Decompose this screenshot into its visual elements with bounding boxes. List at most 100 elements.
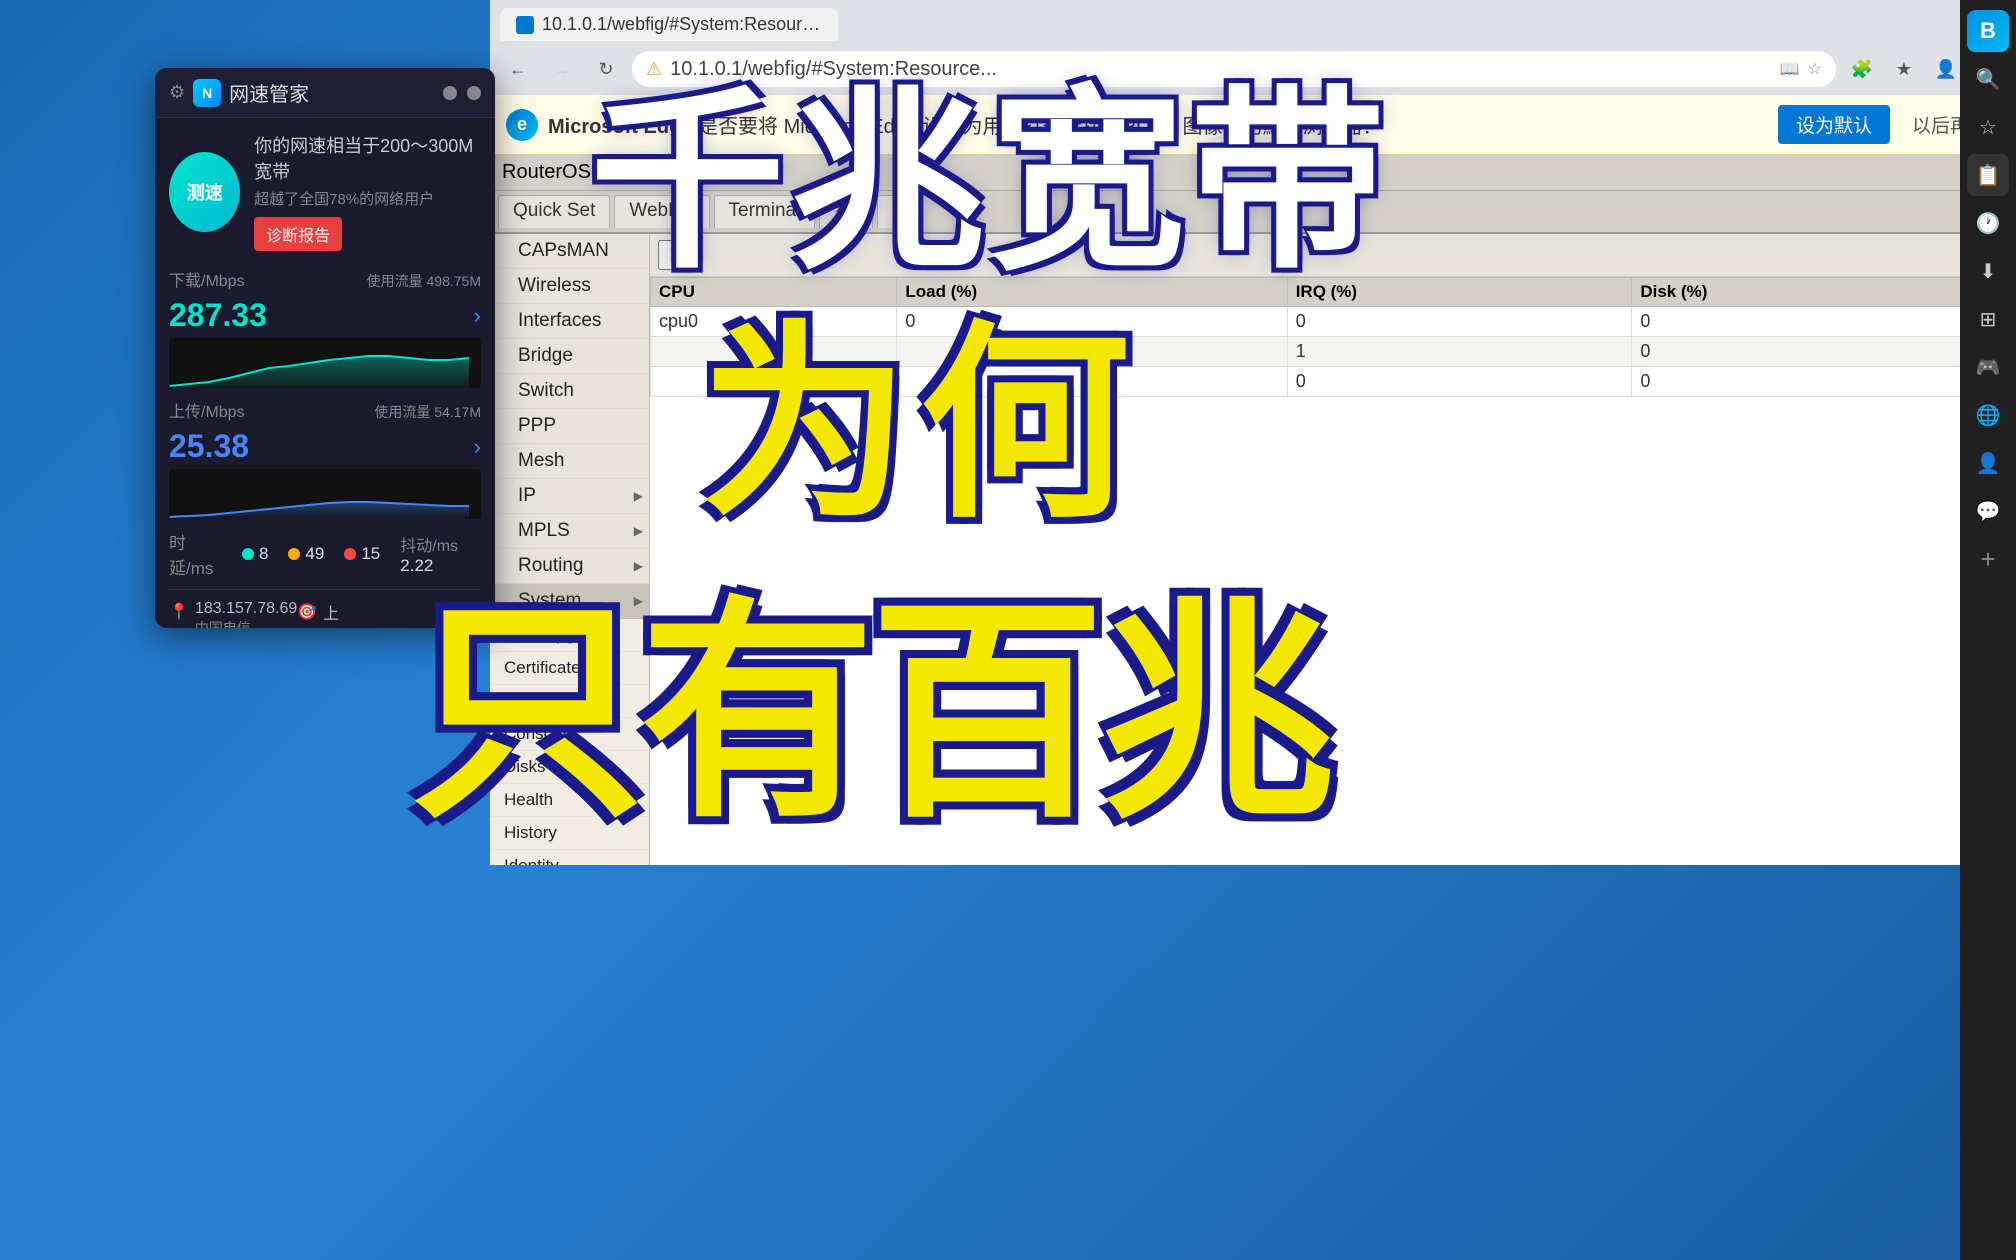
- sidebar-item-routing[interactable]: Routing: [490, 549, 649, 584]
- sidebar-item-ip[interactable]: IP: [490, 479, 649, 514]
- favorites-icon[interactable]: ☆: [1967, 106, 2009, 148]
- sm-latency-section: 时延/ms 8 49 15 抖动/ms 2.22: [169, 529, 481, 579]
- sidebar-item-bridge[interactable]: Bridge: [490, 339, 649, 374]
- col-disk: Disk (%): [1632, 278, 2002, 307]
- cell-cpu1: [651, 337, 897, 367]
- latency-label: 时延/ms: [169, 529, 226, 579]
- sidebar-item-autoupgrade[interactable]: Auto Upgrade: [490, 619, 649, 652]
- sidebar-item-capsman[interactable]: CAPsMAN: [490, 234, 649, 269]
- reader-icon: 📖: [1780, 59, 1800, 79]
- set-default-button[interactable]: 设为默认: [1778, 105, 1890, 144]
- sidebar-item-interfaces[interactable]: Interfaces: [490, 304, 649, 339]
- speed-circle-label: 测速: [187, 179, 223, 205]
- add-sidebar-icon[interactable]: +: [1967, 538, 2009, 580]
- download-chart: [169, 338, 481, 388]
- search-sidebar-icon[interactable]: 🔍: [1967, 58, 2009, 100]
- account-icon[interactable]: 👤: [1928, 51, 1964, 87]
- sm-download-stats: 下载/Mbps 使用流量 498.75M 287.33 ›: [169, 267, 481, 388]
- sm-logo: N: [193, 79, 221, 107]
- cell-cpu2: [651, 367, 897, 397]
- extensions-icon[interactable]: 🧩: [1844, 51, 1880, 87]
- expand-upload-icon: ›: [474, 434, 481, 460]
- speed-test-button[interactable]: 测速: [169, 152, 240, 232]
- persona-icon[interactable]: 👤: [1967, 442, 2009, 484]
- sidebar-item-switch[interactable]: Switch: [490, 374, 649, 409]
- cell-load2: [897, 367, 1287, 397]
- back-button[interactable]: ←: [500, 51, 536, 87]
- table-row: 0 0: [651, 367, 2002, 397]
- cell-cpu0: cpu0: [651, 307, 897, 337]
- sidebar-item-wireless[interactable]: Wireless: [490, 269, 649, 304]
- tab-terminal[interactable]: Terminal: [714, 195, 816, 228]
- tab-quickset[interactable]: Quick Set: [498, 195, 610, 228]
- download-value-row: 287.33 ›: [169, 297, 481, 334]
- sidebar-item-system[interactable]: System: [490, 584, 649, 619]
- sidebar-item-ppp[interactable]: PPP: [490, 409, 649, 444]
- routeros-nav-tabs: Quick Set WebFig Terminal 🏠 ⊞: [490, 191, 2016, 234]
- capsman-label: CAPsMAN: [518, 240, 609, 262]
- cpu-table: CPU Load (%) IRQ (%) Disk (%) cpu0 0 0 0: [650, 277, 2002, 397]
- translate-icon[interactable]: 🌐: [1967, 394, 2009, 436]
- latency-val-1: 8: [242, 532, 268, 576]
- sm-title-text: 网速管家: [229, 78, 309, 107]
- sidebar-item-disks[interactable]: Disks: [490, 751, 649, 784]
- collections-icon[interactable]: 📋: [1967, 154, 2009, 196]
- speed-sub: 超越了全国78%的网络用户: [254, 188, 481, 209]
- apps-icon[interactable]: ⊞: [1967, 298, 2009, 340]
- table-row: cpu0 0 0 0: [651, 307, 2002, 337]
- sm-title-left: ⚙ N 网速管家: [169, 78, 309, 107]
- location-ip: 183.157.78.69: [195, 600, 297, 618]
- reload-button[interactable]: ↻: [588, 51, 624, 87]
- wireless-label: Wireless: [518, 275, 591, 297]
- download-value: 287.33: [169, 297, 267, 334]
- favorites-nav-icon[interactable]: ★: [1886, 51, 1922, 87]
- browser-tab-bar: 10.1.0.1/webfig/#System:Resource...: [500, 8, 2006, 41]
- tab-label: 10.1.0.1/webfig/#System:Resource...: [542, 14, 822, 35]
- address-bar[interactable]: ⚠ 10.1.0.1/webfig/#System:Resource... 📖 …: [632, 51, 1836, 87]
- upload-chart-svg: [169, 469, 481, 519]
- tab-icon1[interactable]: 🏠: [819, 195, 873, 228]
- location-isp1-details: 183.157.78.69 中国电信: [195, 600, 297, 628]
- cell-irq2: 0: [1287, 367, 1632, 397]
- sidebar-item-console[interactable]: Console: [490, 718, 649, 751]
- sm-header-section: 测速 你的网速相当于200～300M宽带 超越了全国78%的网络用户 诊断报告: [169, 132, 481, 251]
- settings-gear-icon[interactable]: ⚙: [169, 82, 185, 103]
- sidebar-item-clock[interactable]: Clock: [490, 685, 649, 718]
- cell-load1: [897, 337, 1287, 367]
- location-isp2: 🎯 上海电信 上海电信: [297, 600, 340, 628]
- history-sidebar-icon[interactable]: 🕐: [1967, 202, 2009, 244]
- upload-usage: 使用流量 54.17M: [374, 402, 481, 422]
- sidebar-item-certificates[interactable]: Certificates: [490, 652, 649, 685]
- notif-title: Microsoft Edge: [548, 116, 692, 138]
- cell-irq0: 0: [1287, 307, 1632, 337]
- table-row: 1 0: [651, 337, 2002, 367]
- sidebar-item-mpls[interactable]: MPLS: [490, 514, 649, 549]
- games-icon[interactable]: 🎮: [1967, 346, 2009, 388]
- sidebar-item-mesh[interactable]: Mesh: [490, 444, 649, 479]
- tab-icon2[interactable]: ⊞: [877, 195, 923, 228]
- routeros-body: CAPsMAN Wireless Interfaces Bridge Switc…: [490, 234, 2016, 865]
- diagnose-button[interactable]: 诊断报告: [254, 217, 342, 251]
- tab-webfig[interactable]: WebFig: [614, 195, 709, 228]
- refresh-button[interactable]: ↻: [658, 240, 695, 270]
- cell-load0: 0: [897, 307, 1287, 337]
- notif-body: 是否要将 Microsoft Edge 设置为用于打开链接、PDF、图像等的默认…: [698, 116, 1383, 138]
- bing-icon[interactable]: B: [1967, 10, 2009, 52]
- address-text: 10.1.0.1/webfig/#System:Resource...: [670, 58, 1772, 81]
- downloads-icon[interactable]: ⬇: [1967, 250, 2009, 292]
- location-isp2-details: 上海电信 上海电信: [323, 600, 340, 628]
- minimize-button[interactable]: [443, 86, 457, 100]
- sidebar-item-identity[interactable]: Identity: [490, 850, 649, 865]
- upload-chart: [169, 469, 481, 519]
- browser-window: 10.1.0.1/webfig/#System:Resource... ← → …: [490, 0, 2016, 850]
- mpls-label: MPLS: [518, 520, 570, 542]
- active-tab[interactable]: 10.1.0.1/webfig/#System:Resource...: [500, 8, 838, 41]
- forward-button[interactable]: →: [544, 51, 580, 87]
- sidebar-item-history[interactable]: History: [490, 817, 649, 850]
- sidebar-item-health[interactable]: Health: [490, 784, 649, 817]
- nav-bar: ← → ↻ ⚠ 10.1.0.1/webfig/#System:Resource…: [500, 45, 2006, 95]
- routeros-version: RouterOS v6.48.3 (stable): [502, 161, 734, 184]
- close-button[interactable]: [467, 86, 481, 100]
- chat-icon[interactable]: 💬: [1967, 490, 2009, 532]
- notification-bar: e Microsoft Edge 是否要将 Microsoft Edge 设置为…: [490, 95, 2016, 155]
